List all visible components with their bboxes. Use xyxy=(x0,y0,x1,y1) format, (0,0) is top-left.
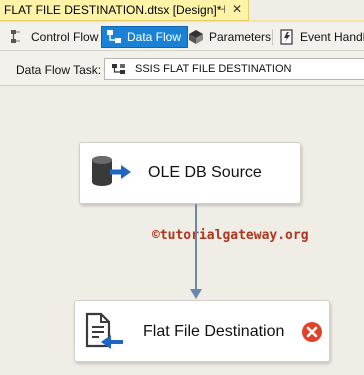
data-flow-task-row: Data Flow Task: SSIS FLAT FILE DESTINATI… xyxy=(0,52,364,86)
flat-file-destination-component[interactable]: Flat File Destination xyxy=(74,300,330,362)
event-handlers-icon xyxy=(279,29,295,45)
tab-separator xyxy=(272,29,273,45)
document-tab[interactable]: FLAT FILE DESTINATION.dtsx [Design]* ⊣ ✕ xyxy=(0,0,249,21)
error-icon[interactable] xyxy=(301,321,323,343)
tab-control-flow-label: Control Flow xyxy=(31,30,99,44)
document-tab-title: FLAT FILE DESTINATION.dtsx [Design]* xyxy=(4,3,222,17)
tab-data-flow-label: Data Flow xyxy=(127,30,182,44)
data-flow-icon xyxy=(106,29,122,45)
data-flow-task-select[interactable]: SSIS FLAT FILE DESTINATION xyxy=(104,58,364,80)
designer-tab-bar: Control Flow Data Flow Parameters Event … xyxy=(0,23,364,51)
tab-control-flow[interactable]: Control Flow xyxy=(10,26,98,48)
data-flow-task-value: SSIS FLAT FILE DESTINATION xyxy=(135,63,292,75)
data-path-line[interactable] xyxy=(195,204,197,292)
data-flow-task-label: Data Flow Task: xyxy=(16,63,102,77)
watermark-text: ©tutorialgateway.org xyxy=(152,228,309,243)
close-icon[interactable]: ✕ xyxy=(232,2,242,16)
pin-icon[interactable]: ⊣ xyxy=(216,3,226,16)
flat-file-destination-label: Flat File Destination xyxy=(143,323,285,340)
tab-parameters[interactable]: Parameters xyxy=(188,26,271,48)
parameters-icon xyxy=(188,29,204,45)
ole-db-source-component[interactable]: OLE DB Source xyxy=(79,142,301,204)
ole-db-source-icon xyxy=(88,154,134,192)
document-tab-strip: FLAT FILE DESTINATION.dtsx [Design]* ⊣ ✕ xyxy=(0,0,364,22)
tab-event-handlers[interactable]: Event Handlers xyxy=(279,26,364,48)
tab-event-handlers-label: Event Handlers xyxy=(300,30,364,44)
data-flow-task-icon xyxy=(111,63,127,75)
tab-parameters-label: Parameters xyxy=(209,30,272,44)
data-path-arrowhead xyxy=(190,289,202,299)
control-flow-icon xyxy=(10,29,26,45)
flat-file-destination-icon xyxy=(83,312,125,352)
ole-db-source-label: OLE DB Source xyxy=(148,164,262,181)
tab-data-flow[interactable]: Data Flow xyxy=(101,26,189,48)
